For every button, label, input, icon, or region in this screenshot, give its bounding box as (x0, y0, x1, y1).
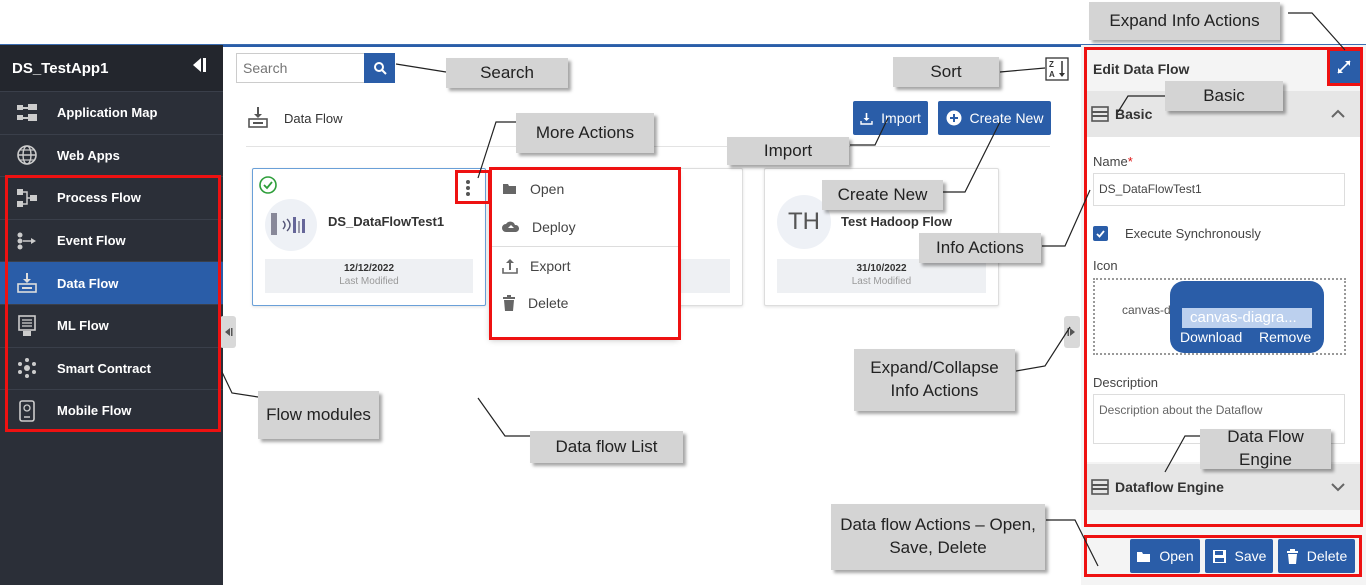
callout-more-actions: More Actions (516, 113, 654, 153)
search-icon (373, 62, 387, 75)
data-flow-header: Data Flow (246, 106, 343, 130)
modified-date: 31/10/2022 (856, 263, 907, 274)
flow-modules-highlight (5, 175, 221, 432)
download-icon (860, 112, 873, 125)
more-icon-highlight (455, 170, 491, 204)
app-title: DS_TestApp1 (12, 59, 109, 77)
callout-expand-info: Expand Info Actions (1089, 2, 1280, 40)
search-input[interactable] (236, 53, 364, 83)
chevron-left-icon (225, 328, 233, 336)
check-circle-icon (259, 176, 277, 194)
date-box: 31/10/2022 Last Modified (777, 259, 986, 293)
search-button[interactable] (364, 53, 395, 83)
date-box: 12/12/2022 Last Modified (265, 259, 473, 293)
sort-icon[interactable]: Z A (1045, 57, 1069, 81)
callout-data-flow-list: Data flow List (530, 431, 683, 463)
globe-icon (15, 143, 39, 167)
more-actions-highlight (489, 167, 681, 340)
callout-data-flow-engine: Data Flow Engine (1200, 427, 1331, 469)
plus-circle-icon (946, 110, 962, 126)
collapse-sidebar-tab[interactable] (220, 316, 236, 348)
sidebar-item-web-apps[interactable]: Web Apps (0, 133, 223, 177)
app-map-icon (15, 101, 39, 125)
callout-basic: Basic (1165, 81, 1283, 111)
modified-date: 12/12/2022 (343, 263, 395, 274)
callout-create-new: Create New (822, 180, 943, 210)
callout-expand-collapse: Expand/Collapse Info Actions (854, 349, 1015, 411)
import-button[interactable]: Import (853, 101, 928, 135)
app-header: DS_TestApp1 (0, 45, 223, 91)
actions-highlight (1084, 535, 1362, 577)
flow-name: Test Hadoop Flow (841, 214, 952, 229)
callout-data-flow-actions: Data flow Actions – Open, Save, Delete (831, 504, 1045, 570)
chevron-right-icon (1067, 328, 1075, 336)
modified-label: Last Modified (339, 276, 399, 287)
callout-sort: Sort (893, 57, 999, 87)
create-new-button[interactable]: Create New (938, 101, 1051, 135)
svg-text:Z: Z (1049, 60, 1054, 69)
flow-name: DS_DataFlowTest1 (328, 214, 445, 229)
sidebar-item-label: Web Apps (57, 147, 120, 163)
expand-button-highlight (1327, 48, 1363, 86)
data-flow-icon (248, 107, 268, 128)
svg-text:A: A (1049, 70, 1055, 79)
collapse-info-tab[interactable] (1064, 316, 1080, 348)
flow-thumbnail (265, 199, 317, 251)
data-flow-card[interactable]: DS_DataFlowTest1 12/12/2022 Last Modifie… (252, 168, 486, 306)
callout-search: Search (446, 58, 568, 88)
modified-label: Last Modified (851, 276, 912, 287)
collapse-sidebar-icon[interactable] (189, 56, 207, 74)
callout-info-actions: Info Actions (919, 233, 1041, 263)
page-title: Data Flow (284, 110, 343, 126)
callout-import: Import (727, 137, 849, 165)
callout-flow-modules: Flow modules (258, 391, 379, 439)
sidebar-item-label: Application Map (57, 105, 158, 121)
sidebar-item-application-map[interactable]: Application Map (0, 91, 223, 134)
